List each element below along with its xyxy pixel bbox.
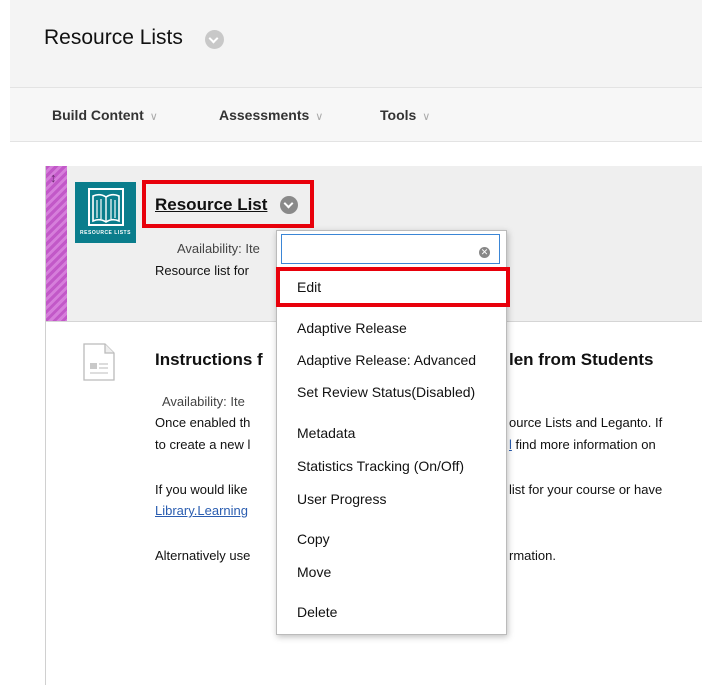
title-chevron-down-icon[interactable] [205,30,224,49]
clear-search-icon[interactable]: ✕ [479,247,490,258]
resource-lists-icon-text: RESOURCE LISTS [80,230,131,236]
page-title: Resource Lists [44,26,183,49]
item2-line1-right: ource Lists and Leganto. If [509,415,663,430]
instructions-item-title[interactable]: Instructions f [155,350,263,370]
menu-item-move[interactable]: Move [297,564,331,580]
highlight-box-title [142,180,314,228]
document-icon [83,343,115,386]
item2-line5-left: Alternatively use [155,548,251,563]
item2-line2-right: l find more information on [509,437,656,452]
drag-arrows-icon: ↕ [50,170,57,185]
book-icon [88,188,124,226]
item2-availability: Availability: Ite [162,394,245,409]
item2-line1-left: Once enabled th [155,415,251,430]
chevron-down-icon: ∨ [422,111,431,123]
menu-item-adaptive-release-advanced[interactable]: Adaptive Release: Advanced [297,352,476,368]
chevron-down-icon: ∨ [315,111,324,123]
menu-item-set-review-status[interactable]: Set Review Status(Disabled) [297,384,475,400]
resource-lists-icon: RESOURCE LISTS [75,182,136,243]
assessments-label: Assessments [219,107,310,123]
item2-line3-right: list for your course or have [509,482,663,497]
drag-handle[interactable]: ↕ [46,166,67,321]
item2-line5-right: rmation. [509,548,556,563]
item2-line3-left: If you would like [155,482,248,497]
page-header: Resource Lists [10,0,702,88]
item2-line2-left: to create a new l [155,437,251,452]
instructions-title-right[interactable]: len from Students [509,350,654,370]
menu-item-adaptive-release[interactable]: Adaptive Release [297,320,407,336]
tools-label: Tools [380,107,417,123]
assessments-menu[interactable]: Assessments ∨ [219,107,323,123]
item1-description: Resource list for [155,263,249,278]
menu-item-metadata[interactable]: Metadata [297,425,355,441]
menu-item-delete[interactable]: Delete [297,604,337,620]
content-toolbar: Build Content ∨ Assessments ∨ Tools ∨ [10,88,702,142]
instructions-title-left: Instructions f [155,350,263,369]
item2-line2-right-text: find more information on [511,437,656,452]
build-content-menu[interactable]: Build Content ∨ [52,107,158,123]
chevron-down-icon: ∨ [149,111,158,123]
highlight-box-edit [276,267,510,307]
menu-item-copy[interactable]: Copy [297,531,330,547]
build-content-label: Build Content [52,107,144,123]
item1-availability: Availability: Ite [177,241,260,256]
menu-item-statistics-tracking[interactable]: Statistics Tracking (On/Off) [297,458,464,474]
menu-item-user-progress[interactable]: User Progress [297,491,386,507]
library-learning-link[interactable]: Library.Learning [155,503,248,518]
menu-search-input[interactable]: ✕ [281,234,500,264]
tools-menu[interactable]: Tools ∨ [380,107,430,123]
